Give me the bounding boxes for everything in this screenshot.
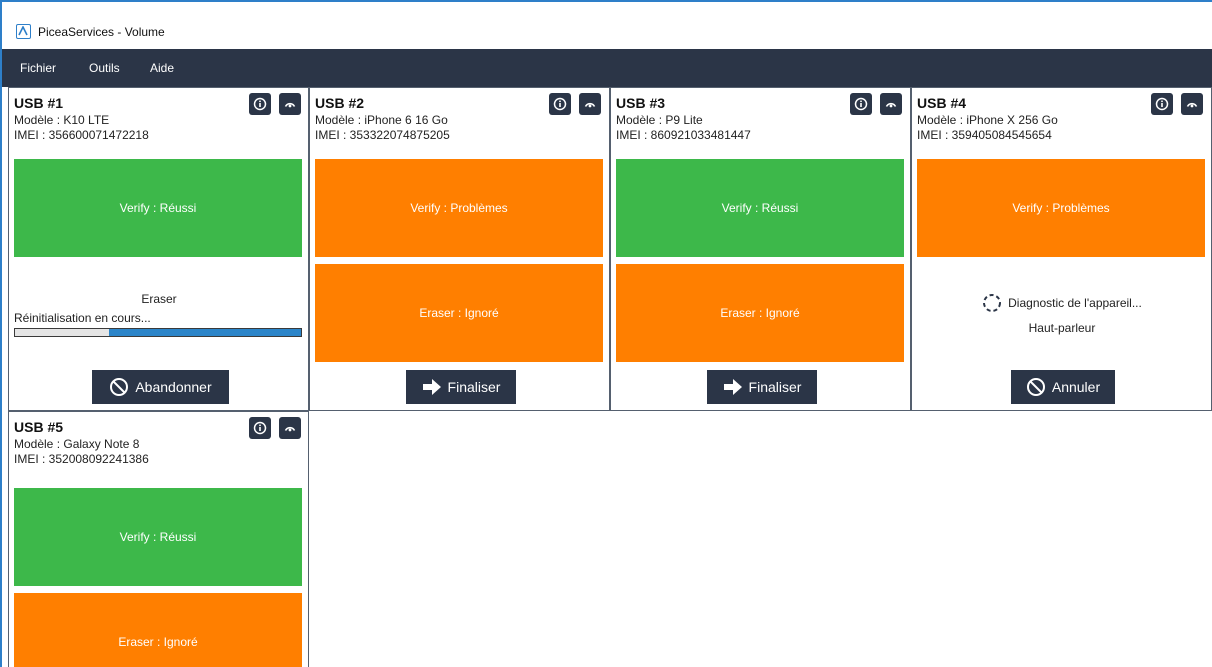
- device-model: Modèle : P9 Lite: [616, 113, 703, 127]
- cancel-icon: [1026, 378, 1045, 396]
- gauge-icon: [584, 102, 596, 108]
- gauge-button[interactable]: [279, 417, 301, 439]
- title-bar: PiceaServices - Volume: [2, 2, 1212, 51]
- eraser-status: Eraser : Ignoré: [14, 593, 302, 667]
- verify-status: Verify : Problèmes: [315, 159, 603, 257]
- device-imei: IMEI : 860921033481447: [616, 128, 751, 142]
- menu-outils[interactable]: Outils: [89, 61, 120, 75]
- info-button[interactable]: [249, 93, 271, 115]
- gauge-icon: [885, 102, 897, 108]
- abandon-button[interactable]: Abandonner: [92, 370, 229, 404]
- verify-status: Verify : Réussi: [14, 159, 302, 257]
- menu-bar: Fichier Outils Aide: [2, 49, 1212, 87]
- panel-title: USB #5: [14, 419, 64, 435]
- finalize-button-label: Finaliser: [748, 379, 802, 395]
- gauge-button[interactable]: [880, 93, 902, 115]
- device-model: Modèle : iPhone X 256 Go: [917, 113, 1058, 127]
- info-icon: [253, 421, 267, 435]
- progress-bar: [14, 328, 302, 337]
- verify-status: Verify : Problèmes: [917, 159, 1205, 257]
- panel-title: USB #1: [14, 95, 64, 111]
- eraser-status: Eraser : Ignoré: [616, 264, 904, 362]
- finalize-button[interactable]: Finaliser: [406, 370, 516, 404]
- info-icon: [553, 97, 567, 111]
- device-model: Modèle : K10 LTE: [14, 113, 110, 127]
- device-imei: IMEI : 359405084545654: [917, 128, 1052, 142]
- eraser-title: Eraser: [141, 292, 177, 306]
- abandon-button-label: Abandonner: [135, 379, 212, 395]
- gauge-icon: [284, 102, 296, 108]
- gauge-icon: [284, 426, 296, 432]
- device-model: Modèle : Galaxy Note 8: [14, 437, 140, 451]
- device-panel-usb1: USB #1 Modèle : K10 LTE IMEI : 356600071…: [8, 87, 309, 411]
- info-button[interactable]: [549, 93, 571, 115]
- diagnostic-row: Diagnostic de l'appareil...: [912, 293, 1212, 313]
- gauge-icon: [1186, 102, 1198, 108]
- device-model: Modèle : iPhone 6 16 Go: [315, 113, 448, 127]
- device-panel-usb2: USB #2 Modèle : iPhone 6 16 Go IMEI : 35…: [309, 87, 610, 411]
- gauge-button[interactable]: [279, 93, 301, 115]
- eraser-status: Eraser : Ignoré: [315, 264, 603, 362]
- spinner-icon: [983, 294, 1002, 312]
- app-window: PiceaServices - Volume Fichier Outils Ai…: [0, 0, 1212, 667]
- device-imei: IMEI : 352008092241386: [14, 452, 149, 466]
- panel-title: USB #4: [917, 95, 967, 111]
- info-button[interactable]: [850, 93, 872, 115]
- finalize-button[interactable]: Finaliser: [707, 370, 817, 404]
- finalize-button-label: Finaliser: [447, 379, 501, 395]
- progress-text: Réinitialisation en cours...: [14, 311, 151, 325]
- cancel-button-label: Annuler: [1051, 379, 1101, 395]
- app-logo-icon: [16, 24, 31, 39]
- menu-aide[interactable]: Aide: [150, 61, 174, 75]
- cancel-icon: [110, 378, 129, 396]
- info-button[interactable]: [1151, 93, 1173, 115]
- diagnostic-subtext: Haut-parleur: [1028, 321, 1096, 335]
- arrow-right-icon: [422, 379, 441, 395]
- verify-status: Verify : Réussi: [14, 488, 302, 586]
- device-imei: IMEI : 353322074875205: [315, 128, 450, 142]
- menu-fichier[interactable]: Fichier: [20, 61, 56, 75]
- device-panel-usb3: USB #3 Modèle : P9 Lite IMEI : 860921033…: [610, 87, 911, 411]
- panel-title: USB #3: [616, 95, 666, 111]
- verify-status: Verify : Réussi: [616, 159, 904, 257]
- panel-title: USB #2: [315, 95, 365, 111]
- cancel-button[interactable]: Annuler: [1011, 370, 1115, 404]
- gauge-button[interactable]: [1181, 93, 1203, 115]
- diagnostic-text: Diagnostic de l'appareil...: [1008, 296, 1142, 310]
- progress-fill: [109, 329, 301, 336]
- info-icon: [854, 97, 868, 111]
- info-button[interactable]: [249, 417, 271, 439]
- info-icon: [1155, 97, 1169, 111]
- info-icon: [253, 97, 267, 111]
- window-title: PiceaServices - Volume: [38, 25, 165, 39]
- device-panel-usb4: USB #4 Modèle : iPhone X 256 Go IMEI : 3…: [911, 87, 1212, 411]
- arrow-right-icon: [723, 379, 742, 395]
- gauge-button[interactable]: [579, 93, 601, 115]
- device-imei: IMEI : 356600071472218: [14, 128, 149, 142]
- device-panel-usb5: USB #5 Modèle : Galaxy Note 8 IMEI : 352…: [8, 411, 309, 667]
